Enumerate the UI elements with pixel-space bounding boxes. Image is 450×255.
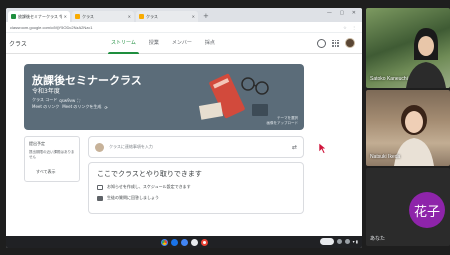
record-icon[interactable] <box>200 238 208 246</box>
classroom-favicon-icon <box>11 14 16 19</box>
customize-button[interactable]: テーマを選択 画像をアップロード <box>267 116 299 126</box>
participant-tile-1[interactable]: Satoko Kaneuchi <box>366 8 450 88</box>
upcoming-body: 提出期限の近い課題はありません <box>29 150 75 159</box>
customize-line-2: 画像をアップロード <box>266 121 299 125</box>
classroom-favicon-icon <box>75 14 80 19</box>
announcement-icon <box>97 184 103 190</box>
meeting-stage: 放課後セミナークラス 令和3 ✕ クラス ✕ クラス ✕ + — ▢ ✕ cla… <box>0 0 450 255</box>
tab-title: 放課後セミナークラス 令和3 <box>18 13 62 19</box>
tab-title: クラス <box>146 13 158 19</box>
participant-tile-2[interactable]: Natsuki Ikeda <box>366 90 450 166</box>
close-icon[interactable]: ✕ <box>192 14 195 19</box>
expand-icon[interactable]: ⛶ <box>77 98 80 103</box>
list-item: 生徒の質問に回答しましょう <box>97 195 295 201</box>
system-tray[interactable]: ▾ ▮ <box>319 238 358 245</box>
announcement-input[interactable]: クラスに連絡事項を入力 ⇄ <box>88 136 304 158</box>
browser-tab-3[interactable]: クラス ✕ <box>136 11 198 22</box>
banner-illustration-icon <box>198 73 269 120</box>
list-item-text: 生徒の質問に回答しましょう <box>107 195 159 200</box>
class-banner: 放課後セミナークラス 令和3年度 クラス コード qsw9vw ⛶ Meet の… <box>24 64 304 130</box>
classroom-nav: ストリーム 授業 メンバー 採点 <box>108 33 215 54</box>
meet-link: Meet のリンク Meet のリンクを生成 ⟳ <box>32 104 108 110</box>
wifi-battery-icon[interactable]: ▾ ▮ <box>353 239 358 244</box>
list-item: お知らせを作成し、スケジュール設定できます <box>97 184 295 190</box>
header-actions <box>317 38 355 48</box>
close-icon[interactable]: ✕ <box>128 14 131 19</box>
avatar[interactable] <box>345 38 355 48</box>
close-icon[interactable]: ✕ <box>64 14 67 19</box>
apps-grid-icon[interactable] <box>332 39 339 47</box>
repost-icon[interactable]: ⇄ <box>292 144 297 151</box>
meet-label: Meet のリンク <box>32 104 60 109</box>
shared-screen: 放課後セミナークラス 令和3 ✕ クラス ✕ クラス ✕ + — ▢ ✕ cla… <box>6 8 362 248</box>
screen-share-icon[interactable] <box>319 238 334 245</box>
announcement-placeholder: クラスに連絡事項を入力 <box>109 144 153 149</box>
classroom-header: クラス ストリーム 授業 メンバー 採点 <box>6 33 362 54</box>
os-taskbar: ▾ ▮ <box>6 236 362 248</box>
participant-name: Satoko Kaneuchi <box>370 76 408 82</box>
participant-name: Natsuki Ikeda <box>370 154 401 160</box>
stream-welcome-card: ここでクラスとやり取りできます お知らせを作成し、スケジュール設定できます 生徒… <box>88 162 304 214</box>
refresh-icon[interactable]: ⟳ <box>104 105 107 110</box>
gear-icon[interactable] <box>317 38 326 48</box>
avatar <box>95 142 104 152</box>
class-name[interactable]: クラス <box>6 39 111 48</box>
participant-name: あなた <box>370 236 386 242</box>
tab-title: クラス <box>82 13 94 19</box>
window-controls-icon[interactable]: — ▢ ✕ <box>327 10 359 16</box>
question-icon <box>97 195 103 201</box>
settings-icon[interactable] <box>336 239 342 244</box>
class-code-label: クラス コード <box>32 97 58 102</box>
docs-icon[interactable] <box>190 238 198 246</box>
banner-subtitle: 令和3年度 <box>32 88 60 95</box>
avatar: 花子 <box>409 192 445 228</box>
classroom-favicon-icon <box>139 14 144 19</box>
meet-link-generate[interactable]: Meet のリンクを生成 <box>62 104 101 110</box>
list-item-text: お知らせを作成し、スケジュール設定できます <box>107 184 191 189</box>
browser-tab-2[interactable]: クラス ✕ <box>72 11 134 22</box>
files-icon[interactable] <box>180 238 188 246</box>
address-bar: classroom.google.com/c/MjY5ODc2NzA2Nzc1 … <box>6 22 362 33</box>
tab-people[interactable]: メンバー <box>172 33 192 54</box>
browser-toolbar-icon[interactable]: ☆ ⋮ <box>343 25 358 30</box>
class-code: クラス コード qsw9vw ⛶ <box>32 97 80 103</box>
meet-icon[interactable] <box>170 238 178 246</box>
chrome-icon[interactable] <box>160 238 168 246</box>
tab-stream[interactable]: ストリーム <box>108 33 139 54</box>
upcoming-card: 提出予定 提出期限の近い課題はありません <box>24 136 80 182</box>
upcoming-heading: 提出予定 <box>29 141 45 146</box>
tab-classwork[interactable]: 授業 <box>149 33 159 54</box>
notification-icon[interactable] <box>344 239 350 244</box>
view-all-link[interactable]: すべて表示 <box>36 169 56 175</box>
browser-tabbar: 放課後セミナークラス 令和3 ✕ クラス ✕ クラス ✕ + — ▢ ✕ <box>6 8 362 22</box>
url-field[interactable]: classroom.google.com/c/MjY5ODc2NzA2Nzc1 <box>10 25 339 30</box>
participant-tile-self[interactable]: 花子 あなた <box>366 168 450 246</box>
browser-tab-1[interactable]: 放課後セミナークラス 令和3 ✕ <box>8 11 70 22</box>
welcome-title: ここでクラスとやり取りできます <box>97 170 202 178</box>
mouse-cursor-icon <box>318 142 327 154</box>
tab-grades[interactable]: 採点 <box>205 33 215 54</box>
class-code-value: qsw9vw <box>59 97 76 103</box>
new-tab-icon[interactable]: + <box>200 11 212 22</box>
